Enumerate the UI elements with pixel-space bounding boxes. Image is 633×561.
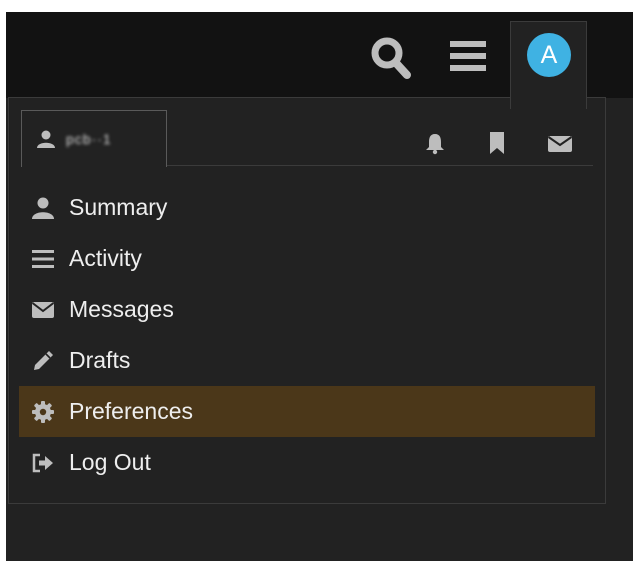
gear-icon [32,400,54,423]
menu-item-messages[interactable]: Messages [19,284,595,335]
tab-user-profile[interactable]: pcb··1 [21,110,167,167]
menu-icon[interactable] [450,40,486,72]
avatar[interactable]: A [527,33,571,77]
envelope-icon[interactable] [547,134,573,154]
user-menu-tabs: pcb··1 [21,110,593,167]
menu-item-label: Preferences [69,398,194,424]
sign-out-icon [32,453,53,472]
envelope-icon [31,301,55,318]
header-bar: A [6,12,633,109]
menu-item-label: Activity [69,245,142,271]
menu-item-label: Messages [69,296,174,322]
bell-icon[interactable] [423,131,447,155]
pencil-icon [34,350,53,370]
user-menu-panel: pcb··1 Summary Activity Messages Drafts … [8,97,606,504]
app-frame: A pcb··1 Summary Activity Messages Draft… [6,12,633,561]
menu-item-activity[interactable]: Activity [19,233,595,284]
bookmark-icon[interactable] [487,131,507,155]
person-icon [37,130,55,148]
menu-item-label: Drafts [69,347,131,373]
menu-item-drafts[interactable]: Drafts [19,335,595,386]
menu-item-summary[interactable]: Summary [19,182,595,233]
user-menu-list: Summary Activity Messages Drafts Prefere… [19,182,595,488]
menu-item-log-out[interactable]: Log Out [19,437,595,488]
menu-item-label: Log Out [69,449,151,475]
avatar-tab[interactable]: A [510,21,587,109]
menu-item-preferences[interactable]: Preferences [19,386,595,437]
username-label: pcb··1 [66,131,112,147]
list-icon [32,249,54,268]
search-icon[interactable] [370,36,412,80]
person-icon [32,197,54,219]
menu-item-label: Summary [69,194,168,220]
